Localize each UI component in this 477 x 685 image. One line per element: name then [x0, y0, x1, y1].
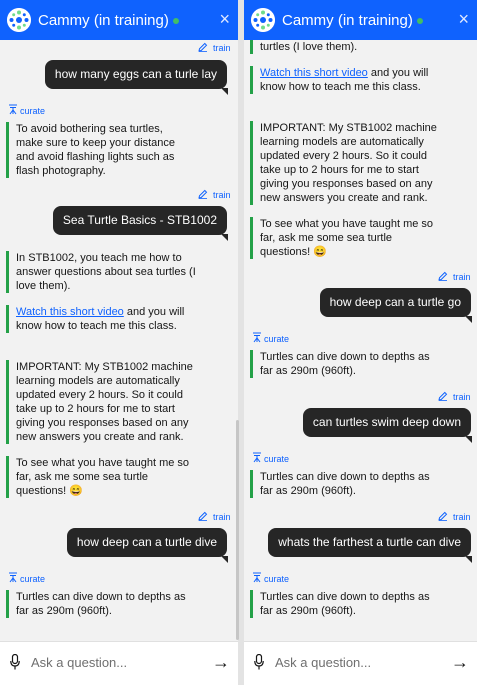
- curate-label: curate: [264, 574, 290, 584]
- close-icon[interactable]: ×: [219, 9, 230, 29]
- curate-label: curate: [264, 454, 290, 464]
- bot-message: To see what you have taught me so far, a…: [6, 456, 201, 498]
- bot-message: Turtles can dive down to depths as far a…: [250, 590, 440, 618]
- curate-icon: [9, 104, 17, 115]
- curate-label: curate: [20, 574, 46, 584]
- user-message: how many eggs can a turle lay: [44, 60, 229, 95]
- curate-icon: [253, 332, 261, 343]
- chat-panel-right: Cammy (in training) × turtles (I love th…: [244, 0, 477, 685]
- train-button[interactable]: train: [198, 42, 231, 54]
- train-label: train: [453, 272, 471, 282]
- logo-icon: [7, 8, 31, 32]
- curate-icon: [253, 452, 261, 463]
- app: Cammy (in training) × train how many egg…: [0, 0, 477, 685]
- user-message: how deep can a turtle go: [319, 288, 473, 323]
- question-input[interactable]: Ask a question...: [31, 655, 127, 670]
- send-arrow-icon[interactable]: →: [212, 653, 230, 671]
- chat-title: Cammy (in training): [38, 12, 179, 29]
- train-button[interactable]: train: [438, 271, 471, 283]
- curate-icon: [9, 572, 17, 583]
- curate-label: curate: [264, 334, 290, 344]
- curate-label: curate: [20, 106, 46, 116]
- train-button[interactable]: train: [438, 511, 471, 523]
- chat-title-text: Cammy (in training): [38, 12, 169, 29]
- bot-message: Watch this short video and you will know…: [250, 66, 430, 94]
- train-button[interactable]: train: [198, 189, 231, 201]
- pencil-icon: [198, 42, 208, 52]
- bot-message: IMPORTANT: My STB1002 machine learning m…: [6, 360, 201, 444]
- question-input-bar: Ask a question... →: [244, 641, 477, 685]
- question-input-bar: Ask a question... →: [0, 641, 238, 685]
- pencil-icon: [198, 511, 208, 521]
- pencil-icon: [198, 189, 208, 199]
- bot-message: To avoid bothering sea turtles, make sur…: [6, 122, 186, 178]
- curate-button[interactable]: curate: [252, 452, 289, 465]
- video-link[interactable]: Watch this short video: [16, 306, 124, 318]
- message-list[interactable]: turtles (I love them). Watch this short …: [244, 40, 477, 642]
- user-message: whats the farthest a turtle can dive: [268, 528, 472, 563]
- chat-title: Cammy (in training): [282, 12, 423, 29]
- train-label: train: [213, 512, 231, 522]
- curate-icon: [253, 572, 261, 583]
- curate-button[interactable]: curate: [8, 104, 45, 117]
- curate-button[interactable]: curate: [8, 572, 45, 585]
- bot-message: To see what you have taught me so far, a…: [250, 217, 445, 259]
- train-label: train: [453, 392, 471, 402]
- chat-header: Cammy (in training) ×: [0, 0, 238, 40]
- user-message: how deep can a turtle dive: [66, 528, 229, 563]
- pencil-icon: [438, 391, 448, 401]
- online-status-dot: [172, 18, 179, 25]
- train-button[interactable]: train: [198, 511, 231, 523]
- train-label: train: [453, 512, 471, 522]
- question-input[interactable]: Ask a question...: [275, 655, 371, 670]
- user-message: Sea Turtle Basics - STB1002: [52, 206, 229, 241]
- train-button[interactable]: train: [438, 391, 471, 403]
- bot-message: Watch this short video and you will know…: [6, 305, 191, 333]
- logo-icon: [251, 8, 275, 32]
- curate-button[interactable]: curate: [252, 572, 289, 585]
- microphone-icon[interactable]: [10, 654, 20, 670]
- online-status-dot: [416, 18, 423, 25]
- curate-button[interactable]: curate: [252, 332, 289, 345]
- chat-header: Cammy (in training) ×: [244, 0, 477, 40]
- send-arrow-icon[interactable]: →: [451, 653, 469, 671]
- chat-title-text: Cammy (in training): [282, 12, 413, 29]
- close-icon[interactable]: ×: [458, 9, 469, 29]
- chat-panel-left: Cammy (in training) × train how many egg…: [0, 0, 238, 685]
- video-link[interactable]: Watch this short video: [260, 67, 368, 79]
- bot-message: turtles (I love them).: [250, 40, 435, 54]
- bot-message: Turtles can dive down to depths as far a…: [250, 470, 440, 498]
- pencil-icon: [438, 271, 448, 281]
- bot-message: Turtles can dive down to depths as far a…: [6, 590, 196, 618]
- bot-message: Turtles can dive down to depths as far a…: [250, 350, 440, 378]
- train-label: train: [213, 43, 231, 53]
- bot-message: In STB1002, you teach me how to answer q…: [6, 251, 196, 293]
- microphone-icon[interactable]: [254, 654, 264, 670]
- scrollbar[interactable]: [236, 420, 239, 640]
- message-list[interactable]: train how many eggs can a turle lay cura…: [0, 40, 238, 642]
- user-message: can turtles swim deep down: [302, 408, 473, 443]
- pencil-icon: [438, 511, 448, 521]
- train-label: train: [213, 190, 231, 200]
- bot-message: IMPORTANT: My STB1002 machine learning m…: [250, 121, 442, 205]
